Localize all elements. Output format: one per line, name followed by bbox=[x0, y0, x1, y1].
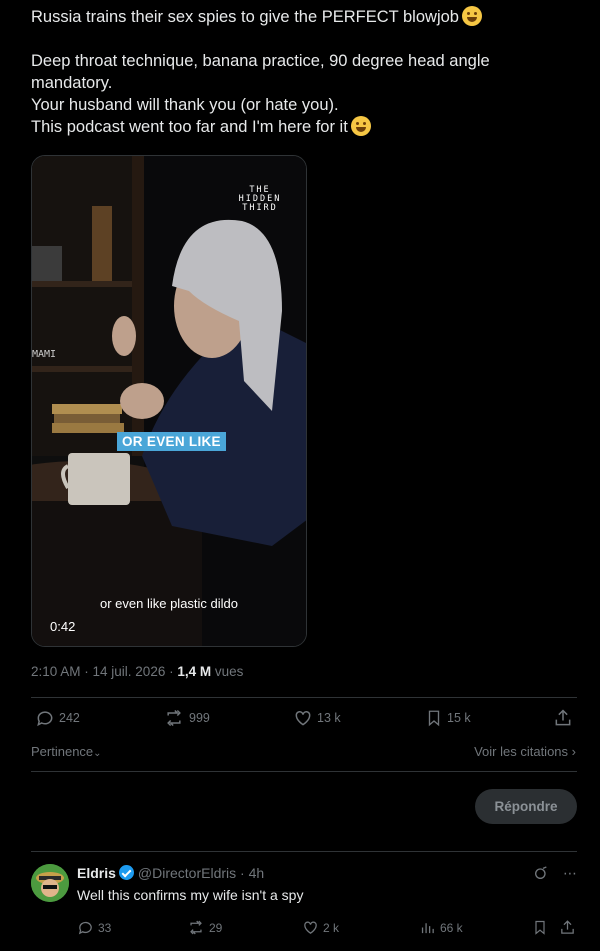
quotes-link[interactable]: Voir les citations › bbox=[474, 744, 576, 759]
tweet-text: Russia trains their sex spies to give th… bbox=[31, 6, 571, 138]
reply-icon bbox=[78, 921, 92, 935]
tweet-line-4: This podcast went too far and I'm here f… bbox=[31, 118, 348, 136]
reply-like-count: 2 k bbox=[323, 920, 340, 935]
sort-label: Pertinence bbox=[31, 744, 94, 759]
repost-action[interactable]: 999 bbox=[163, 708, 210, 728]
analytics-icon bbox=[421, 923, 434, 934]
logo-line: THIRD bbox=[242, 203, 278, 213]
author-handle: @DirectorEldris · 4h bbox=[137, 865, 265, 881]
repost-icon bbox=[167, 709, 181, 727]
reply-top-icons: ⋯ bbox=[533, 865, 577, 882]
reply-button[interactable]: Répondre bbox=[475, 789, 577, 824]
tweet-line-1: Russia trains their sex spies to give th… bbox=[31, 8, 459, 26]
reply-icon bbox=[37, 711, 53, 727]
author-name: Eldris bbox=[77, 865, 116, 881]
reply-share-action[interactable] bbox=[559, 919, 576, 936]
quotes-label: Voir les citations bbox=[474, 744, 569, 759]
video-frame bbox=[32, 156, 306, 646]
reply-tweet[interactable]: Eldris @DirectorEldris · 4h ⋯ Well this c… bbox=[31, 852, 577, 951]
bookmark-icon bbox=[535, 920, 545, 935]
reply-action[interactable]: 242 bbox=[35, 708, 80, 728]
sort-dropdown[interactable]: Pertinence⌄ bbox=[31, 744, 102, 759]
bookmark-count: 15 k bbox=[447, 711, 471, 725]
avatar-image bbox=[31, 864, 69, 902]
timestamp: 2:10 AM · 14 juil. 2026 · bbox=[31, 664, 178, 679]
tweet-meta: 2:10 AM · 14 juil. 2026 · 1,4 M vues bbox=[31, 664, 243, 679]
heart-icon bbox=[304, 921, 317, 934]
reply-count: 242 bbox=[59, 711, 80, 725]
tweet-line-3: Your husband will thank you (or hate you… bbox=[31, 96, 339, 114]
reply-views-count: 66 k bbox=[440, 920, 463, 935]
tweet-actions: 242 999 13 k 15 k bbox=[31, 708, 577, 734]
chevron-right-icon: › bbox=[571, 744, 576, 759]
views-label: vues bbox=[211, 664, 244, 679]
like-count: 13 k bbox=[317, 711, 341, 725]
crying-face-emoji-icon bbox=[461, 6, 482, 26]
repost-icon bbox=[190, 920, 202, 935]
reply-reply-count: 33 bbox=[98, 920, 112, 935]
bookmark-icon bbox=[428, 710, 440, 727]
reply-actions: 33 29 2 k 66 k bbox=[77, 919, 577, 939]
tweet-line-2: Deep throat technique, banana practice, … bbox=[31, 52, 490, 92]
video-duration: 0:42 bbox=[50, 619, 76, 634]
share-icon bbox=[555, 709, 571, 726]
chevron-down-icon: ⌄ bbox=[93, 748, 102, 759]
views-count: 1,4 M bbox=[177, 664, 212, 679]
podcast-logo: THE HIDDEN THIRD bbox=[225, 186, 295, 213]
grok-icon[interactable] bbox=[533, 865, 549, 881]
reply-author[interactable]: Eldris @DirectorEldris · 4h bbox=[77, 865, 264, 881]
share-action[interactable] bbox=[553, 708, 573, 728]
avatar[interactable] bbox=[31, 864, 69, 902]
reply-bookmark-action[interactable] bbox=[532, 919, 548, 936]
laughing-face-emoji-icon bbox=[350, 116, 371, 136]
divider bbox=[31, 697, 577, 698]
reply-views-action[interactable]: 66 k bbox=[419, 919, 463, 936]
reply-repost-action[interactable]: 29 bbox=[187, 919, 222, 936]
reply-repost-count: 29 bbox=[209, 920, 223, 935]
heart-icon bbox=[295, 710, 311, 726]
divider bbox=[31, 771, 577, 772]
repost-count: 999 bbox=[189, 711, 210, 725]
video-player[interactable]: THE HIDDEN THIRD MAMI OR EVEN LIKE or ev… bbox=[31, 155, 307, 647]
reply-reply-action[interactable]: 33 bbox=[77, 919, 111, 936]
more-options-icon[interactable]: ⋯ bbox=[563, 865, 577, 882]
caption-badge: OR EVEN LIKE bbox=[117, 432, 226, 451]
video-subtitle: or even like plastic dildo bbox=[99, 596, 239, 611]
bookmark-action[interactable]: 15 k bbox=[425, 708, 471, 728]
share-icon bbox=[561, 920, 574, 934]
verified-badge-icon bbox=[118, 865, 134, 880]
reply-text: Well this confirms my wife isn't a spy bbox=[77, 887, 304, 903]
reply-like-action[interactable]: 2 k bbox=[302, 919, 339, 936]
like-action[interactable]: 13 k bbox=[293, 708, 341, 728]
shelf-sign: MAMI bbox=[32, 349, 57, 360]
